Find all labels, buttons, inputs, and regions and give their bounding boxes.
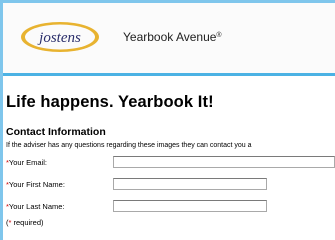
email-label-text: Your Email: xyxy=(8,158,47,167)
email-label: *Your Email: xyxy=(6,158,47,167)
first-name-label: *Your First Name: xyxy=(6,180,65,189)
required-note: (* required) xyxy=(6,218,44,227)
brand-text: Yearbook Avenue xyxy=(123,30,217,44)
section-description: If the adviser has any questions regardi… xyxy=(6,142,252,149)
jostens-logo[interactable]: jostens xyxy=(19,19,101,55)
site-header: jostens Yearbook Avenue® xyxy=(3,3,335,76)
last-name-field[interactable] xyxy=(113,200,267,212)
registered-mark: ® xyxy=(216,32,222,39)
last-name-label: *Your Last Name: xyxy=(6,202,65,211)
brand-name: Yearbook Avenue® xyxy=(123,30,222,44)
logo-text: jostens xyxy=(37,30,81,46)
email-field[interactable] xyxy=(113,156,335,168)
required-note-text: required) xyxy=(11,218,44,227)
last-name-label-text: Your Last Name: xyxy=(8,202,65,211)
page-headline: Life happens. Yearbook It! xyxy=(6,93,214,111)
jostens-logo-icon: jostens xyxy=(21,22,99,52)
first-name-label-text: Your First Name: xyxy=(8,180,65,189)
section-title: Contact Information xyxy=(6,126,106,138)
first-name-field[interactable] xyxy=(113,178,267,190)
